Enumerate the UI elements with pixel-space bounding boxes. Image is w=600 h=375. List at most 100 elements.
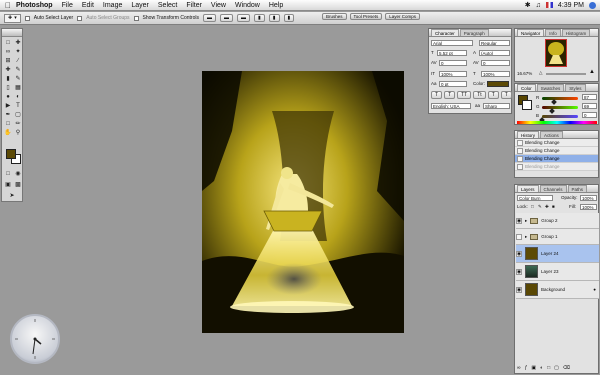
- dock-tool-presets[interactable]: Tool Presets: [349, 13, 383, 20]
- tab-styles[interactable]: Styles: [565, 84, 586, 91]
- screen-mode-icon[interactable]: ▣: [3, 180, 13, 189]
- menu-edit[interactable]: Edit: [82, 2, 94, 9]
- link-layers-icon[interactable]: ∞: [517, 365, 521, 371]
- imageready-icon[interactable]: ➤: [7, 191, 17, 200]
- type-tool-icon[interactable]: T: [13, 101, 23, 110]
- tab-color[interactable]: Color: [517, 84, 536, 91]
- visibility-eye-icon[interactable]: ◉: [516, 286, 522, 293]
- history-snapshot-checkbox[interactable]: [517, 155, 523, 162]
- move-tool-icon[interactable]: ✚: [13, 38, 23, 47]
- tab-layers[interactable]: Layers: [517, 185, 539, 192]
- navigator-zoom[interactable]: 16.67%: [517, 71, 532, 76]
- visibility-eye-icon[interactable]: ◉: [516, 250, 522, 257]
- horizontal-scale-field[interactable]: 100%: [481, 71, 510, 77]
- menu-file[interactable]: File: [62, 2, 73, 9]
- font-style-select[interactable]: Regular: [479, 40, 510, 46]
- history-snapshot-checkbox[interactable]: [517, 163, 523, 170]
- align-left-button[interactable]: ▮: [253, 14, 265, 22]
- toolbox-header[interactable]: [2, 29, 22, 37]
- align-right-button[interactable]: ▮: [283, 14, 295, 22]
- red-value[interactable]: 87: [582, 94, 597, 100]
- menu-select[interactable]: Select: [158, 2, 177, 9]
- opacity-field[interactable]: 100%: [580, 195, 597, 201]
- history-snapshot-checkbox[interactable]: [517, 147, 523, 154]
- red-slider[interactable]: [542, 97, 578, 100]
- tab-history[interactable]: History: [517, 131, 540, 138]
- new-group-icon[interactable]: □: [547, 365, 550, 371]
- align-top-button[interactable]: ▬: [202, 14, 216, 22]
- new-layer-icon[interactable]: ▢: [554, 365, 559, 371]
- tab-actions[interactable]: Actions: [540, 131, 563, 138]
- lock-position-icon[interactable]: ✚: [545, 204, 549, 210]
- zoom-in-icon[interactable]: ▲: [589, 69, 595, 75]
- navigator-thumbnail[interactable]: [545, 39, 567, 67]
- blue-value[interactable]: 0: [582, 112, 597, 118]
- path-select-icon[interactable]: ▶: [3, 101, 13, 110]
- menu-layer[interactable]: Layer: [131, 2, 149, 9]
- green-value[interactable]: 69: [582, 103, 597, 109]
- visibility-eye-icon[interactable]: [516, 233, 522, 240]
- faux-italic-button[interactable]: T: [444, 91, 456, 99]
- align-bottom-button[interactable]: ▬: [236, 14, 250, 22]
- standard-mode-icon[interactable]: □: [3, 169, 13, 178]
- show-transform-checkbox[interactable]: [133, 15, 139, 21]
- align-middle-button[interactable]: ▬: [219, 14, 233, 22]
- layer-row-layer-23[interactable]: ◉ Layer 23: [516, 263, 599, 281]
- tab-character[interactable]: Character: [431, 29, 459, 36]
- leading-field[interactable]: (Auto): [479, 50, 510, 56]
- input-flag-icon[interactable]: [545, 2, 553, 8]
- quick-mask-icon[interactable]: ◉: [13, 169, 23, 178]
- tab-paragraph[interactable]: Paragraph: [459, 29, 489, 36]
- history-item[interactable]: Blending Change: [515, 147, 598, 155]
- adjustment-layer-icon[interactable]: ◐: [540, 365, 543, 371]
- eraser-tool-icon[interactable]: ▯: [3, 83, 13, 92]
- foreground-color-swatch[interactable]: [6, 149, 16, 159]
- language-select[interactable]: English: USA: [431, 103, 471, 109]
- bluetooth-icon[interactable]: ✱: [525, 1, 531, 9]
- tracking-field[interactable]: 0: [481, 60, 510, 66]
- green-slider-knob[interactable]: [548, 108, 555, 114]
- antialias-select[interactable]: Sharp: [483, 103, 510, 109]
- tab-swatches[interactable]: Swatches: [536, 84, 565, 91]
- text-color-swatch[interactable]: [487, 81, 509, 87]
- kerning-field[interactable]: 0: [439, 60, 467, 66]
- disclosure-triangle-icon[interactable]: ▸: [525, 218, 527, 224]
- menu-view[interactable]: View: [211, 2, 226, 9]
- color-ramp[interactable]: [517, 121, 597, 124]
- healing-brush-icon[interactable]: ✚: [3, 65, 13, 74]
- layer-style-icon[interactable]: ƒ: [525, 365, 528, 371]
- superscript-button[interactable]: T: [487, 91, 499, 99]
- small-caps-button[interactable]: Tt: [473, 91, 486, 99]
- history-snapshot-checkbox[interactable]: [517, 139, 523, 146]
- baseline-shift-field[interactable]: 0 pt: [439, 81, 467, 87]
- add-mask-icon[interactable]: ▣: [531, 365, 536, 371]
- menu-image[interactable]: Image: [103, 2, 122, 9]
- menu-filter[interactable]: Filter: [186, 2, 202, 9]
- layer-row-group-2[interactable]: ◉ ▸ Group 2: [516, 213, 599, 229]
- auto-select-layer-checkbox[interactable]: [24, 15, 30, 21]
- history-item[interactable]: Blending Change: [515, 155, 598, 163]
- crop-tool-icon[interactable]: ⊞: [3, 56, 13, 65]
- tab-histogram[interactable]: Histogram: [561, 29, 591, 36]
- all-caps-button[interactable]: TT: [457, 91, 472, 99]
- clone-stamp-icon[interactable]: ▮: [3, 74, 13, 83]
- lock-all-icon[interactable]: ■: [552, 204, 555, 209]
- lock-pixels-icon[interactable]: ✎: [538, 204, 542, 210]
- green-slider[interactable]: [542, 106, 578, 109]
- tool-preset-picker[interactable]: ✚ ▾: [4, 13, 21, 23]
- font-family-select[interactable]: Arial: [431, 40, 473, 46]
- marquee-tool-icon[interactable]: □: [3, 38, 13, 47]
- full-screen-icon[interactable]: ▩: [13, 180, 23, 189]
- gradient-tool-icon[interactable]: ▦: [13, 83, 23, 92]
- document-canvas[interactable]: [202, 71, 404, 333]
- blue-slider[interactable]: [542, 115, 578, 118]
- hand-tool-icon[interactable]: ✋: [3, 128, 13, 137]
- dock-brushes[interactable]: Brushes: [322, 13, 347, 20]
- history-item[interactable]: Blending Change: [515, 163, 598, 171]
- vertical-scale-field[interactable]: 100%: [439, 71, 467, 77]
- dock-layer-comps[interactable]: Layer Comps: [385, 13, 421, 20]
- faux-bold-button[interactable]: T: [431, 91, 443, 99]
- zoom-tool-icon[interactable]: ⚲: [13, 128, 23, 137]
- layer-row-background[interactable]: ◉ Background ●: [516, 281, 599, 299]
- history-brush-icon[interactable]: ✎: [13, 74, 23, 83]
